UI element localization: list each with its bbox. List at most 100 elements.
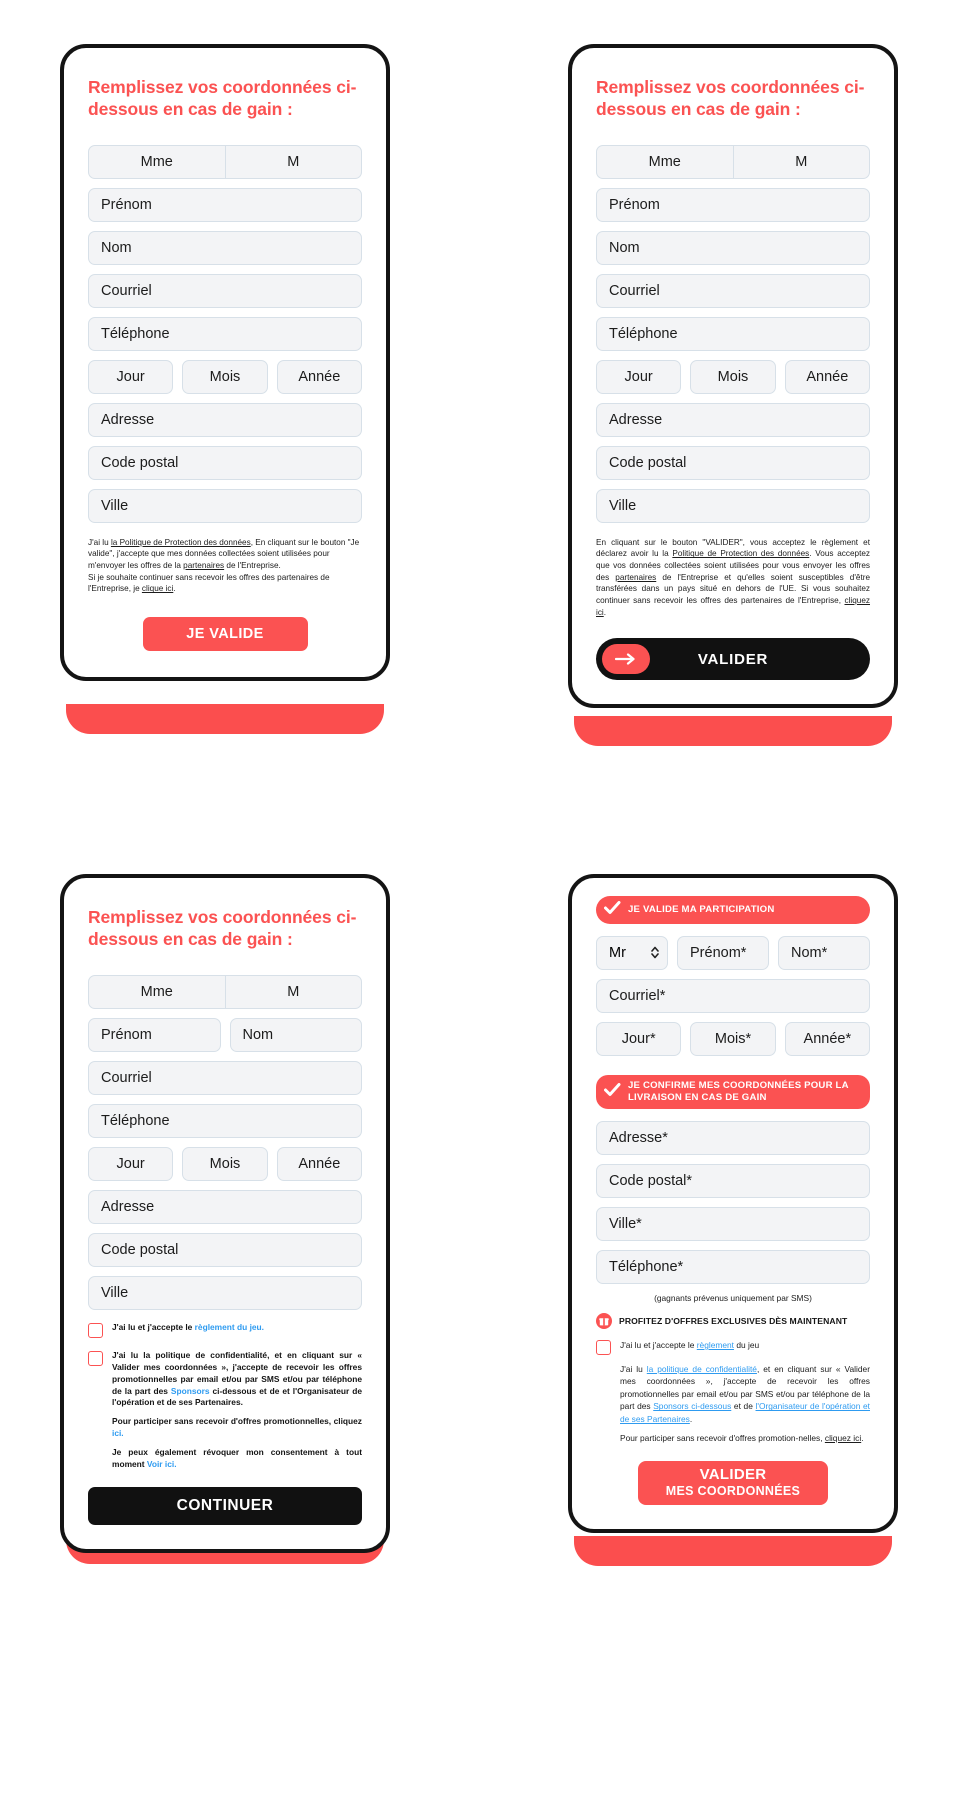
submit-button[interactable]: JE VALIDE [142,616,308,651]
panel-2-cell: Remplissez vos coordonnées ci-dessous en… [528,44,976,784]
panels-grid: Remplissez vos coordonnées ci-dessous en… [0,0,976,1796]
salutation-option-m[interactable]: M [224,145,362,178]
consent-text: du jeu [734,1339,760,1350]
submit-button-label: VALIDER [697,650,769,668]
partners-link[interactable]: partenaires [615,573,656,582]
privacy-policy-link[interactable]: la politique de confidentialité [647,1364,757,1374]
ville-field[interactable]: Ville* [596,1206,870,1241]
adresse-field[interactable]: Adresse [596,402,870,437]
adresse-field[interactable]: Adresse* [596,1120,870,1155]
consent-text: J'ai lu et j'accepte le [112,1321,195,1332]
telephone-field[interactable]: Téléphone [88,316,362,351]
game-rules-link[interactable]: règlement du jeu. [195,1322,264,1332]
panel-1-cell: Remplissez vos coordonnées ci-dessous en… [20,44,488,784]
sponsors-link[interactable]: Sponsors [171,1386,210,1396]
telephone-field[interactable]: Téléphone* [596,1249,870,1284]
courriel-field[interactable]: Courriel* [596,978,870,1013]
nom-field[interactable]: Nom [596,230,870,265]
legal-text: . [689,1413,693,1424]
mois-field[interactable]: Mois* [690,1021,776,1056]
legal-text: J'ai lu [620,1363,647,1374]
salutation-toggle-1[interactable]: Mme M [88,144,362,179]
salutation-option-m[interactable]: M [732,145,870,178]
annee-field[interactable]: Année [784,359,870,394]
page-title: Remplissez vos coordonnées ci-dessous en… [88,907,357,950]
legal-text: Si je souhaite continuer sans recevoir l… [88,572,330,594]
code-postal-field[interactable]: Code postal [88,445,362,480]
mois-field[interactable]: Mois [690,359,776,394]
birthdate-row: Jour* Mois* Année* [596,1021,870,1065]
jour-field[interactable]: Jour [88,359,174,394]
page-title: Remplissez vos coordonnées ci-dessous en… [596,77,865,120]
civilite-value: Mr [609,944,626,961]
mois-field[interactable]: Mois [182,1146,268,1181]
page-title: Remplissez vos coordonnées ci-dessous en… [88,77,357,120]
annee-field[interactable]: Année* [784,1021,870,1056]
salutation-toggle-2[interactable]: Mme M [596,144,870,179]
consent-row-marketing[interactable]: J'ai lu la politique de confidentialité,… [88,1350,362,1471]
courriel-field[interactable]: Courriel [88,273,362,308]
ville-field[interactable]: Ville [88,488,362,523]
salutation-option-mme[interactable]: Mme [89,146,225,178]
consent-row-rules[interactable]: J'ai lu et j'accepte le règlement du jeu [596,1339,870,1355]
nom-field[interactable]: Nom [88,230,362,265]
salutation-option-mme[interactable]: Mme [89,976,225,1008]
legal-text: Pour participer sans recevoir d'offres p… [620,1433,825,1444]
rules-checkbox[interactable] [596,1339,611,1355]
salutation-option-mme[interactable]: Mme [597,146,733,178]
telephone-field[interactable]: Téléphone [596,316,870,351]
marketing-consent-text: J'ai lu la politique de confidentialité,… [112,1350,362,1471]
participation-banner: JE VALIDE MA PARTICIPATION [596,896,870,924]
salutation-toggle-3[interactable]: Mme M [88,974,362,1009]
mois-field[interactable]: Mois [182,359,268,394]
nom-field[interactable]: Nom* [778,935,870,970]
name-row: Prénom Nom [88,1017,362,1061]
phone-shadow-2 [574,716,892,746]
opt-out-link[interactable]: clique ici [142,584,173,593]
annee-field[interactable]: Année [276,1146,362,1181]
prenom-field[interactable]: Prénom [88,1017,221,1052]
courriel-field[interactable]: Courriel [88,1060,362,1095]
legal-text: . [173,584,176,594]
code-postal-field[interactable]: Code postal* [596,1163,870,1198]
partners-link[interactable]: partenaires [183,561,224,570]
civilite-select[interactable]: Mr [596,935,668,970]
nom-field[interactable]: Nom [229,1017,362,1052]
adresse-field[interactable]: Adresse [88,402,362,437]
submit-button[interactable]: VALIDER MES COORDONNÉES [638,1460,828,1505]
prenom-field[interactable]: Prénom* [677,935,769,970]
ville-field[interactable]: Ville [88,1275,362,1310]
phone-mock-2: Remplissez vos coordonnées ci-dessous en… [568,44,898,709]
jour-field[interactable]: Jour [88,1146,174,1181]
code-postal-field[interactable]: Code postal [88,1232,362,1267]
prenom-field[interactable]: Prénom [88,187,362,222]
privacy-policy-link[interactable]: Politique de Protection des données [672,549,809,558]
sponsors-link[interactable]: Sponsors ci-dessous [653,1401,731,1411]
consent-row-rules[interactable]: J'ai lu et j'accepte le règlement du jeu… [88,1322,362,1338]
opt-out-link[interactable]: ici. [112,1428,124,1438]
annee-field[interactable]: Année [276,359,362,394]
telephone-field[interactable]: Téléphone [88,1103,362,1138]
check-icon [604,901,621,919]
game-rules-link[interactable]: règlement [697,1340,734,1350]
opt-out-link[interactable]: cliquez ici [825,1433,861,1443]
prenom-field[interactable]: Prénom [596,187,870,222]
submit-button[interactable]: VALIDER [596,638,870,681]
gift-icon [596,1312,612,1329]
arrow-right-icon [602,644,650,675]
adresse-field[interactable]: Adresse [88,1189,362,1224]
code-postal-field[interactable]: Code postal [596,445,870,480]
marketing-checkbox[interactable] [88,1350,103,1366]
salutation-option-m[interactable]: M [224,975,362,1008]
submit-button[interactable]: CONTINUER [88,1487,362,1526]
ville-field[interactable]: Ville [596,488,870,523]
panel-4-cell: JE VALIDE MA PARTICIPATION Mr Prénom* No… [528,874,976,1614]
courriel-field[interactable]: Courriel [596,273,870,308]
legal-text-1: J'ai lu la Politique de Protection des d… [88,537,362,595]
jour-field[interactable]: Jour [596,359,682,394]
privacy-policy-link[interactable]: la Politique de Protection des données [111,538,251,547]
rules-checkbox[interactable] [88,1322,103,1338]
revoke-link[interactable]: Voir ici. [147,1459,177,1469]
delivery-banner: JE CONFIRME MES COORDONNÉES POUR LA LIVR… [596,1074,870,1109]
jour-field[interactable]: Jour* [596,1021,682,1056]
